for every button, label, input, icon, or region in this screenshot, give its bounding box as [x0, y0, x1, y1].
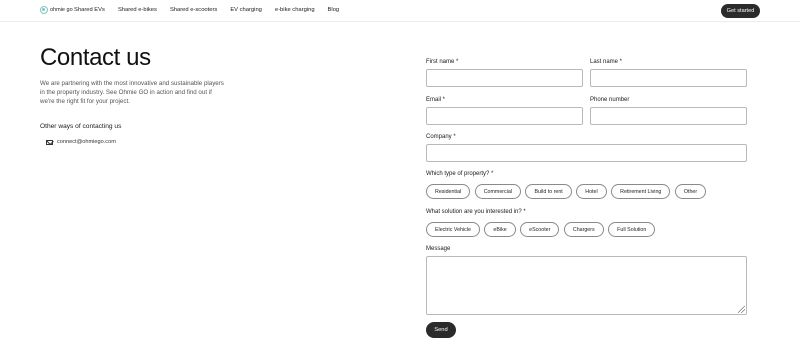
- property-chip-retirement-living[interactable]: Retirement Living: [611, 184, 671, 199]
- nav-item-shared-evs[interactable]: Shared EVs: [74, 7, 105, 13]
- last-name-label: Last name *: [590, 59, 623, 65]
- first-name-field[interactable]: [426, 69, 583, 87]
- last-name-field[interactable]: [590, 69, 747, 87]
- first-name-label: First name *: [426, 59, 459, 65]
- solution-chip-escooter[interactable]: eScooter: [520, 222, 560, 237]
- logo-icon: [40, 6, 48, 14]
- property-type-options: Residential Commercial Build to rent Hot…: [426, 184, 711, 199]
- email-label: Email *: [426, 97, 446, 103]
- company-field[interactable]: [426, 144, 747, 162]
- property-chip-residential[interactable]: Residential: [426, 184, 471, 199]
- nav-item-shared-ebikes[interactable]: Shared e-bikes: [118, 7, 157, 13]
- property-chip-hotel[interactable]: Hotel: [576, 184, 607, 199]
- property-type-label: Which type of property? *: [426, 171, 494, 177]
- company-label: Company *: [426, 134, 456, 140]
- nav-item-ev-charging[interactable]: EV charging: [230, 7, 262, 13]
- property-chip-build-to-rent[interactable]: Build to rent: [525, 184, 572, 199]
- other-contact-heading: Other ways of contacting us: [40, 123, 122, 130]
- main-nav: Shared EVs Shared e-bikes Shared e-scoot…: [74, 7, 352, 13]
- logo-text: ohmie go: [50, 6, 73, 13]
- property-chip-other[interactable]: Other: [674, 184, 707, 199]
- solution-chip-ebike[interactable]: eBike: [484, 222, 516, 237]
- message-textarea[interactable]: [426, 256, 747, 315]
- send-button[interactable]: Send: [426, 322, 456, 338]
- message-label: Message: [426, 246, 451, 252]
- page-title: Contact us: [40, 44, 151, 71]
- email-field[interactable]: [426, 107, 583, 125]
- nav-item-ebike-charging[interactable]: e-bike charging: [275, 7, 315, 13]
- resize-handle-icon[interactable]: [738, 306, 745, 313]
- logo[interactable]: ohmie go: [40, 6, 73, 14]
- phone-field[interactable]: [590, 107, 747, 125]
- nav-item-blog[interactable]: Blog: [328, 7, 340, 13]
- solution-chip-electric-vehicle[interactable]: Electric Vehicle: [426, 222, 480, 237]
- solution-chip-chargers[interactable]: Chargers: [563, 222, 604, 237]
- nav-item-shared-escooters[interactable]: Shared e-scooters: [170, 7, 217, 13]
- mail-icon: [46, 139, 53, 145]
- intro-text: We are partnering with the most innovati…: [40, 80, 224, 105]
- phone-label: Phone number: [590, 97, 630, 103]
- contact-email[interactable]: connect@ohmiego.com: [57, 139, 116, 145]
- get-started-button[interactable]: Get started: [721, 4, 760, 18]
- solution-chip-full-solution[interactable]: Full Solution: [608, 222, 656, 237]
- property-chip-commercial[interactable]: Commercial: [474, 184, 521, 199]
- top-nav-bar: ohmie go Shared EVs Shared e-bikes Share…: [0, 0, 800, 22]
- solution-label: What solution are you interested in? *: [426, 209, 526, 215]
- contact-email-link[interactable]: connect@ohmiego.com: [46, 139, 116, 145]
- solution-options: Electric Vehicle eBike eScooter Chargers…: [426, 222, 660, 237]
